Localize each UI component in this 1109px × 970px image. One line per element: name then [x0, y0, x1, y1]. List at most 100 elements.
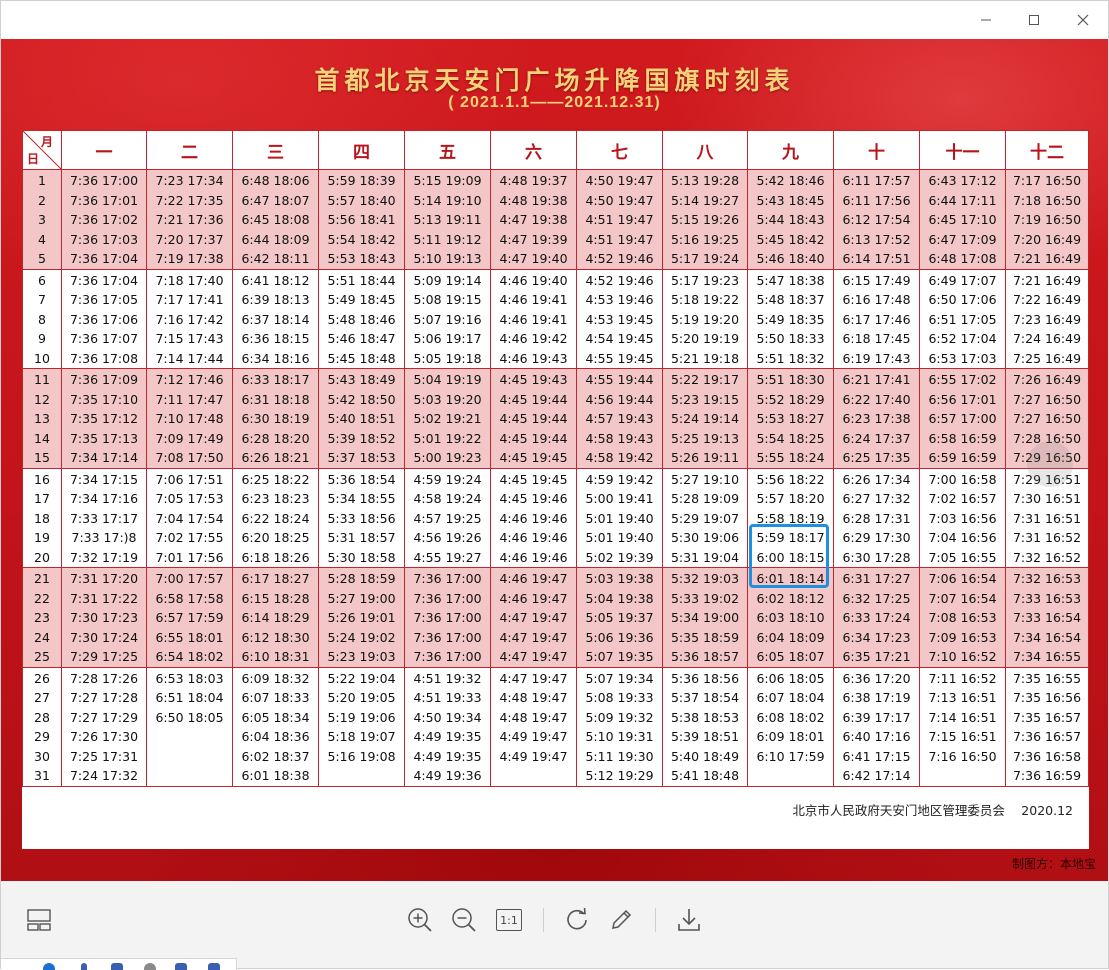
sunrise-sunset-time: 4:50 19:34: [413, 709, 482, 725]
sunrise-sunset-time: 7:30 17:24: [69, 629, 139, 645]
sunrise-sunset-time: 6:45 18:08: [241, 212, 310, 227]
day-number: 3: [38, 212, 46, 227]
sunrise-sunset-time: 7:36 17:00: [413, 629, 482, 645]
sunrise-sunset-time: 4:46 19:42: [499, 331, 568, 346]
sunrise-sunset-time: 7:35 16:57: [1012, 709, 1082, 725]
sunrise-sunset-time: 7:33 16:53: [1012, 590, 1082, 606]
sunrise-sunset-time: 6:45 17:10: [928, 212, 997, 227]
sunrise-sunset-time: 7:33 17:)8: [71, 530, 137, 545]
sunrise-sunset-time: 5:59 18:39: [327, 173, 396, 188]
thumbnails-button[interactable]: [22, 903, 56, 937]
sunrise-sunset-time: 5:45 18:48: [327, 350, 396, 366]
time-cell: 7:00 17:57 6:58 17:58 6:57 17:59 6:55 18:01…: [146, 567, 233, 668]
floating-button[interactable]: [1027, 441, 1073, 487]
rotate-button[interactable]: [560, 903, 594, 937]
sunrise-sunset-time: 4:46 19:46: [499, 549, 568, 565]
sunrise-sunset-time: 7:31 17:22: [69, 590, 139, 606]
corner-day-label: 日: [27, 152, 40, 166]
sunrise-sunset-time: 5:05 19:18: [413, 350, 482, 366]
day-number: 21: [34, 571, 50, 586]
zoom-out-button[interactable]: [447, 903, 481, 937]
sunrise-sunset-time: 6:56 17:01: [928, 391, 997, 407]
sunrise-sunset-time: 4:47 19:47: [499, 649, 568, 664]
time-cell: 7:17 16:50 7:18 16:50 7:19 16:50 7:20 16:49…: [1005, 169, 1089, 270]
sunrise-sunset-time: 7:14 17:44: [155, 350, 224, 366]
time-cell: 4:50 19:47 4:50 19:47 4:51 19:47 4:51 19:47…: [576, 169, 663, 270]
time-cell: 5:22 19:04 5:20 19:05 5:19 19:06 5:18 19:07…: [318, 666, 405, 787]
sunrise-sunset-time: 5:07 19:35: [585, 649, 654, 664]
sunrise-sunset-time: 6:11 17:56: [842, 192, 911, 208]
day-number: 27: [34, 690, 50, 705]
zoom-in-button[interactable]: [403, 903, 437, 937]
close-button[interactable]: [1060, 1, 1106, 39]
sunrise-sunset-time: 7:14 16:51: [928, 709, 997, 725]
sunrise-sunset-time: 7:27 17:29: [69, 709, 139, 725]
poster-title: 首都北京天安门广场升降国旗时刻表: [314, 66, 795, 95]
sunrise-sunset-time: 7:21 16:49: [1012, 272, 1082, 288]
sunrise-sunset-time: 5:42 18:46: [756, 173, 825, 188]
time-cell: 7:06 16:54 7:07 16:54 7:08 16:53 7:09 16:53…: [919, 567, 1006, 668]
time-cell: 5:51 18:44 5:49 18:45 5:48 18:46 5:46 18:47…: [318, 268, 405, 369]
time-cell: 4:47 19:47 4:48 19:47 4:48 19:47 4:49 19:47…: [490, 666, 577, 787]
sunrise-sunset-time: 7:36 17:00: [413, 571, 482, 586]
sunrise-sunset-time: 5:33 19:02: [670, 590, 740, 606]
time-cell: 4:45 19:45 4:45 19:46 4:46 19:46 4:46 19:46…: [490, 467, 577, 568]
title-bar: [1, 1, 1108, 39]
sunrise-sunset-time: 5:13 19:11: [413, 212, 482, 227]
sunrise-sunset-time: 6:04 18:36: [241, 729, 310, 744]
sunrise-sunset-time: 4:49 19:47: [499, 729, 568, 744]
sunrise-sunset-time: 6:32 17:25: [842, 590, 911, 606]
sunrise-sunset-time: 5:14 19:10: [413, 192, 482, 208]
sunrise-sunset-time: 6:37 18:14: [241, 311, 310, 327]
sunrise-sunset-time: 4:51 19:47: [585, 212, 654, 227]
sunrise-sunset-time: 5:02 19:21: [413, 411, 482, 426]
sunrise-sunset-time: 7:34 16:54: [1012, 629, 1082, 645]
sunrise-sunset-time: 5:23 19:15: [670, 391, 740, 407]
image-canvas[interactable]: 首都北京天安门广场升降国旗时刻表 ( 2021.1.1——2021.12.31)…: [1, 39, 1108, 881]
download-button[interactable]: [672, 903, 706, 937]
maximize-button[interactable]: [1011, 1, 1057, 39]
sunrise-sunset-time: 5:17 19:24: [670, 251, 740, 266]
time-cell: 7:23 17:34 7:22 17:35 7:21 17:36 7:20 17:37…: [146, 169, 233, 270]
day-number: 20: [34, 549, 50, 565]
sunrise-sunset-time: 4:46 19:46: [499, 510, 568, 526]
day-number: 28: [34, 709, 50, 725]
sunrise-sunset-time: 5:06 19:36: [585, 629, 654, 645]
sunrise-sunset-time: 5:57 18:40: [327, 192, 396, 208]
sunrise-sunset-time: 7:36 17:04: [69, 251, 139, 266]
minimize-icon: [981, 19, 991, 21]
time-cell: 5:36 18:56 5:37 18:54 5:38 18:53 5:39 18:51…: [662, 666, 748, 787]
day-number: 31: [34, 768, 50, 783]
time-cell: 4:59 19:24 4:58 19:24 4:57 19:25 4:56 19:26…: [404, 467, 491, 568]
sunrise-sunset-time: 4:57 19:25: [413, 510, 482, 526]
toolbar-separator: [655, 908, 656, 932]
time-cell: 6:26 17:34 6:27 17:32 6:28 17:31 6:29 17:30…: [833, 467, 920, 568]
sunrise-sunset-time: 7:34 17:15: [69, 471, 139, 487]
month-header: 三: [232, 130, 319, 170]
actual-size-button[interactable]: 1:1: [492, 903, 526, 937]
sunrise-sunset-time: 7:36 16:57: [1012, 729, 1082, 744]
sunrise-sunset-time: 4:47 19:39: [499, 231, 568, 247]
sunrise-sunset-time: 7:18 16:50: [1012, 192, 1082, 208]
sunrise-sunset-time: 7:36 17:03: [69, 231, 139, 247]
sunrise-sunset-time: 7:29 17:25: [69, 649, 139, 664]
viewer-toolbar: 1:1: [1, 881, 1108, 958]
day-number: 5: [38, 251, 46, 266]
sunrise-sunset-time: 4:51 19:32: [413, 670, 482, 686]
sunrise-sunset-time: 6:20 18:25: [241, 530, 310, 545]
sunrise-sunset-time: 5:15 19:09: [413, 173, 482, 188]
edit-button[interactable]: [604, 903, 638, 937]
month-header: 十: [833, 130, 920, 170]
sunrise-sunset-time: 5:27 19:00: [327, 590, 396, 606]
sunrise-sunset-time: 5:55 18:24: [756, 450, 825, 465]
sunrise-sunset-time: 4:48 19:38: [499, 192, 568, 208]
sunrise-sunset-time: 4:52 19:46: [585, 272, 654, 288]
sunrise-sunset-time: 5:04 19:38: [585, 590, 654, 606]
sunrise-sunset-time: 7:36 17:00: [69, 173, 139, 188]
minimize-button[interactable]: [963, 1, 1009, 39]
time-cell: 6:41 18:12 6:39 18:13 6:37 18:14 6:36 18:15…: [232, 268, 319, 369]
sunrise-sunset-time: 5:10 19:31: [585, 729, 654, 744]
sunrise-sunset-time: 6:25 18:22: [241, 471, 310, 487]
sunrise-sunset-time: 6:23 18:23: [241, 491, 310, 506]
sunrise-sunset-time: 5:31 18:57: [327, 530, 396, 545]
